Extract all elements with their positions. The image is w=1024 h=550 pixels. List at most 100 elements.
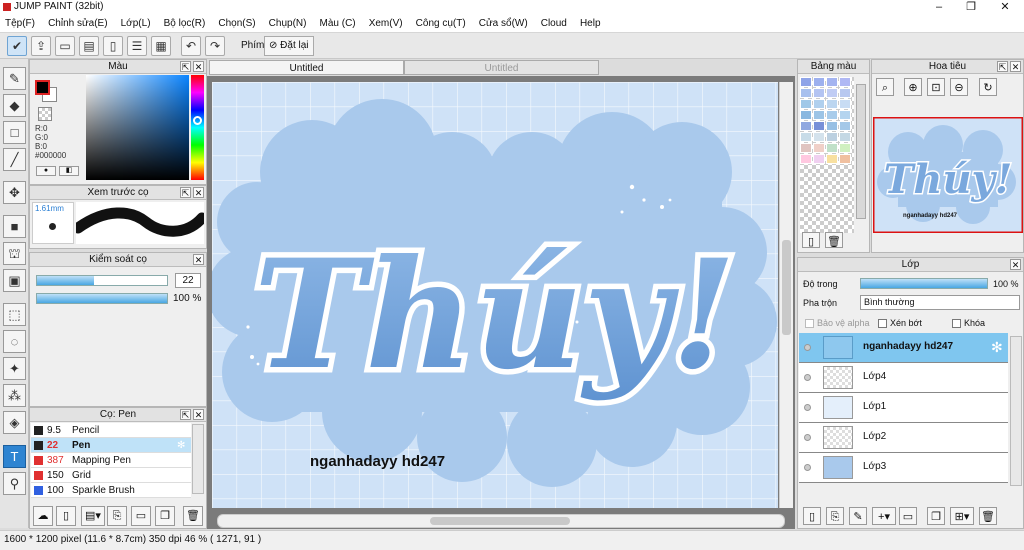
- layer-folder-icon[interactable]: ▭: [899, 507, 917, 525]
- popout-icon[interactable]: ⇱: [180, 187, 191, 198]
- select-pen-icon[interactable]: ⁂: [3, 384, 26, 407]
- eyedropper-icon[interactable]: ⚲: [3, 472, 26, 495]
- brush-size-input[interactable]: 22: [175, 273, 201, 288]
- new-brush-icon[interactable]: ▯: [56, 506, 76, 526]
- palette-swatch[interactable]: [800, 99, 812, 109]
- trash-icon[interactable]: 🗑: [183, 506, 203, 526]
- magic-wand-icon[interactable]: ✦: [3, 357, 26, 380]
- layer-row-lop3[interactable]: Lớp3: [799, 453, 1008, 483]
- popout-icon[interactable]: ⇱: [180, 409, 191, 420]
- layer-row-lop2[interactable]: Lớp2: [799, 423, 1008, 453]
- layer-merge-icon[interactable]: ⊞▾: [950, 507, 974, 525]
- eraser-icon[interactable]: ◆: [3, 94, 26, 117]
- visibility-icon[interactable]: [804, 344, 811, 351]
- fill-rect-icon[interactable]: ■: [3, 215, 26, 238]
- brush-list-scrollbar[interactable]: [192, 424, 204, 494]
- palette-swatch[interactable]: [839, 110, 851, 120]
- bucket-icon[interactable]: ⛫: [3, 242, 26, 265]
- drawing-canvas[interactable]: Thúy! nganhadayy hd247: [212, 82, 778, 508]
- select-eraser-icon[interactable]: ◈: [3, 411, 26, 434]
- transparent-swatch[interactable]: [38, 107, 52, 121]
- layer-row-lop1[interactable]: Lớp1: [799, 393, 1008, 423]
- text-icon[interactable]: T: [3, 445, 26, 468]
- menu-select[interactable]: Chọn(S): [213, 15, 260, 33]
- close-icon[interactable]: ✕: [193, 409, 204, 420]
- zoom-fit-icon[interactable]: ⌕: [876, 78, 894, 96]
- layer-row-text[interactable]: nganhadayy hd247 ✻: [799, 333, 1008, 363]
- close-icon[interactable]: ✕: [193, 254, 204, 265]
- palette-swatch[interactable]: [826, 143, 838, 153]
- delete-swatch-icon[interactable]: 🗑: [825, 232, 843, 248]
- canvas-vertical-scrollbar[interactable]: [779, 82, 793, 508]
- palette-swatch[interactable]: [839, 143, 851, 153]
- color-mode-button[interactable]: ●: [36, 166, 56, 176]
- menu-filter[interactable]: Bộ lọc(R): [159, 15, 211, 33]
- gear-icon[interactable]: ✻: [991, 339, 1003, 356]
- brush-opacity-slider[interactable]: [36, 293, 168, 304]
- brush-item-pen[interactable]: 22 Pen ✻: [31, 438, 191, 453]
- layer-add-menu-icon[interactable]: +▾: [872, 507, 896, 525]
- navigator-thumbnail[interactable]: Thúy! nganhadayy hd247: [873, 117, 1023, 233]
- palette-swatch[interactable]: [826, 77, 838, 87]
- palette-swatch[interactable]: [839, 132, 851, 142]
- menu-view[interactable]: Xem(V): [364, 15, 408, 33]
- close-icon[interactable]: ✕: [1010, 259, 1021, 270]
- close-icon[interactable]: ✕: [193, 61, 204, 72]
- close-button[interactable]: ✕: [990, 0, 1020, 15]
- select-rect-icon[interactable]: ⬚: [3, 303, 26, 326]
- palette-swatch[interactable]: [800, 121, 812, 131]
- line-icon[interactable]: ╱: [3, 148, 26, 171]
- reset-button[interactable]: ⊘ Đặt lại: [264, 36, 314, 56]
- hue-slider[interactable]: [191, 75, 204, 180]
- palette-swatch[interactable]: [826, 110, 838, 120]
- palette-swatch[interactable]: [800, 110, 812, 120]
- menu-help[interactable]: Help: [575, 15, 606, 33]
- canvas-horizontal-scrollbar[interactable]: [217, 514, 785, 528]
- palette-scrollbar[interactable]: [856, 84, 866, 219]
- menu-edit[interactable]: Chỉnh sửa(E): [43, 15, 113, 33]
- move-icon[interactable]: ✥: [3, 181, 26, 204]
- menu-window[interactable]: Cửa sổ(W): [474, 15, 533, 33]
- palette-swatch[interactable]: [826, 121, 838, 131]
- gradient-icon[interactable]: ▣: [3, 269, 26, 292]
- folder-icon[interactable]: ▭: [131, 506, 151, 526]
- clipping-checkbox[interactable]: Xén bớt: [878, 318, 922, 329]
- palette-swatch[interactable]: [800, 143, 812, 153]
- protect-alpha-checkbox[interactable]: Bảo vệ alpha: [805, 318, 870, 329]
- lasso-icon[interactable]: ◌: [3, 330, 26, 353]
- menu-cloud[interactable]: Cloud: [536, 15, 572, 33]
- brush-item-grid[interactable]: 150 Grid: [31, 468, 191, 483]
- palette-swatch[interactable]: [813, 110, 825, 120]
- brush-copy-icon[interactable]: ⎘: [107, 506, 127, 526]
- palette-swatch[interactable]: [839, 121, 851, 131]
- palette-swatch[interactable]: [826, 99, 838, 109]
- blend-mode-select[interactable]: Bình thường: [860, 295, 1020, 310]
- vertical-scroll-thumb[interactable]: [782, 240, 791, 335]
- palette-swatch[interactable]: [826, 132, 838, 142]
- palette-swatch[interactable]: [826, 154, 838, 164]
- document-icon[interactable]: ▯: [103, 36, 123, 56]
- undo-icon[interactable]: ↶: [181, 36, 201, 56]
- brush-item-pencil[interactable]: 9.5 Pencil: [31, 423, 191, 438]
- duplicate-icon[interactable]: ❐: [155, 506, 175, 526]
- layer-list-scrollbar[interactable]: [1010, 336, 1022, 486]
- menu-layer[interactable]: Lớp(L): [116, 15, 156, 33]
- brush-icon[interactable]: ✎: [3, 67, 26, 90]
- new-swatch-icon[interactable]: ▯: [802, 232, 820, 248]
- palette-swatch[interactable]: [813, 88, 825, 98]
- palette-swatch[interactable]: [813, 99, 825, 109]
- minimize-button[interactable]: –: [924, 0, 954, 15]
- color-picker-square[interactable]: [86, 75, 189, 180]
- palette-swatch[interactable]: [839, 154, 851, 164]
- layer-pencil-icon[interactable]: ✎: [849, 507, 867, 525]
- gear-icon[interactable]: ✻: [177, 438, 185, 453]
- visibility-icon[interactable]: [804, 404, 811, 411]
- zoom-in-icon[interactable]: ⊕: [904, 78, 922, 96]
- visibility-icon[interactable]: [804, 464, 811, 471]
- brush-item-sparkle-brush[interactable]: 100 Sparkle Brush: [31, 483, 191, 498]
- palette-swatch[interactable]: [800, 132, 812, 142]
- palette-swatch[interactable]: [826, 88, 838, 98]
- lock-checkbox[interactable]: Khóa: [952, 318, 985, 329]
- brush-size-slider[interactable]: [36, 275, 168, 286]
- palette-swatch[interactable]: [800, 77, 812, 87]
